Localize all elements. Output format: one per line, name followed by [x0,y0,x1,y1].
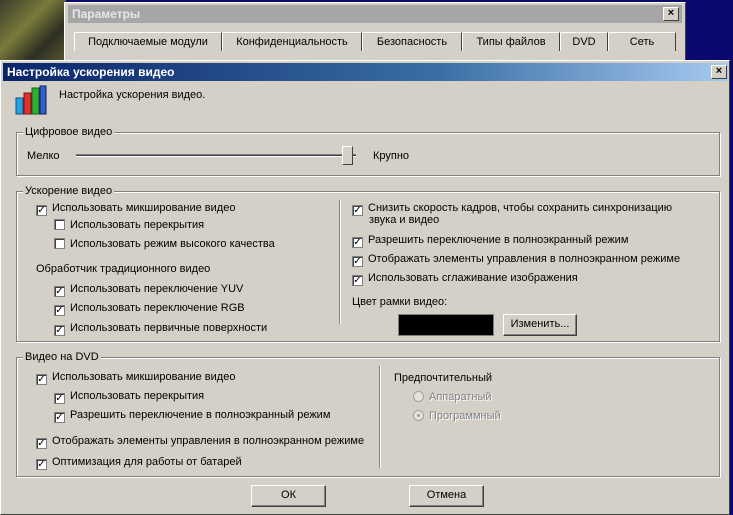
tab-network[interactable]: Сеть [608,32,676,51]
dvd-overlays-checkbox[interactable]: ✓ Использовать перекрытия [54,389,204,404]
checkbox-box [54,238,65,249]
video-settings-icon [15,85,47,115]
options-close-button[interactable]: × [663,7,679,21]
legacy-renderer-label: Обработчик традиционного видео [36,263,211,275]
ok-button[interactable]: ОК [251,485,326,507]
close-icon: × [667,7,675,19]
checkbox-box: ✓ [352,256,363,267]
dvd-mixing-checkbox[interactable]: ✓ Использовать микширование видео [36,370,235,385]
tab-dvd[interactable]: DVD [560,32,608,51]
border-color-swatch [398,314,494,336]
acceleration-separator [339,200,341,324]
radio-circle [413,391,424,402]
checkbox-box: ✓ [54,325,65,336]
dialog-header-text: Настройка ускорения видео. [59,89,206,101]
dvd-show-controls-checkbox[interactable]: ✓ Отображать элементы управления в полноэ… [36,434,364,449]
accel-mixing-checkbox[interactable]: ✓ Использовать микширование видео [36,201,235,216]
dialog-close-button[interactable]: × [711,65,727,79]
close-icon: × [715,65,723,77]
accel-fullscreen-switch-checkbox[interactable]: ✓ Разрешить переключение в полноэкранный … [352,233,628,248]
border-color-label: Цвет рамки видео: [352,296,448,308]
accel-rgb-checkbox[interactable]: ✓ Использовать переключение RGB [54,301,245,316]
radio-circle [413,410,424,421]
accel-show-controls-checkbox[interactable]: ✓ Отображать элементы управления в полноэ… [352,252,680,267]
accel-primary-surfaces-checkbox[interactable]: ✓ Использовать первичные поверхности [54,321,267,336]
desktop-background [0,0,66,62]
accel-overlays-checkbox[interactable]: Использовать перекрытия [54,218,204,232]
digital-video-label: Цифровое видео [23,126,115,139]
slider-thumb[interactable] [342,146,354,165]
dvd-fullscreen-switch-checkbox[interactable]: ✓ Разрешить переключение в полноэкранный … [54,408,330,423]
checkbox-box: ✓ [36,205,47,216]
cancel-button[interactable]: Отмена [409,485,484,507]
accel-yuv-checkbox[interactable]: ✓ Использовать переключение YUV [54,282,243,297]
software-radio[interactable]: Программный [413,409,501,423]
dialog-title: Настройка ускорения видео [3,63,728,81]
hardware-radio[interactable]: Аппаратный [413,390,492,404]
checkbox-box: ✓ [54,305,65,316]
tab-security[interactable]: Безопасность [362,32,462,51]
checkbox-box: ✓ [352,237,363,248]
accel-high-quality-checkbox[interactable]: Использовать режим высокого качества [54,237,275,251]
dvd-separator [379,366,381,468]
checkbox-box: ✓ [54,412,65,423]
slider-min-label: Мелко [27,150,60,162]
slider-track [76,154,356,157]
accel-smoothing-checkbox[interactable]: ✓ Использовать сглаживание изображения [352,271,578,286]
preferred-label: Предпочтительный [394,372,493,384]
checkbox-box: ✓ [54,286,65,297]
tab-privacy[interactable]: Конфиденциальность [222,32,362,51]
dvd-video-label: Видео на DVD [23,351,101,364]
reduce-framerate-label-2: звука и видео [369,214,440,226]
checkbox-box [54,219,65,230]
checkbox-box: ✓ [352,275,363,286]
checkbox-box: ✓ [36,459,47,470]
tab-plugins[interactable]: Подключаемые модули [74,32,222,51]
checkbox-box: ✓ [352,205,363,216]
video-acceleration-label: Ускорение видео [23,185,115,198]
tab-file-types[interactable]: Типы файлов [462,32,560,51]
checkbox-box: ✓ [54,393,65,404]
dvd-battery-checkbox[interactable]: ✓ Оптимизация для работы от батарей [36,455,242,470]
slider-max-label: Крупно [373,150,410,162]
change-color-button[interactable]: Изменить... [503,314,577,336]
checkbox-box: ✓ [36,438,47,449]
options-window-title: Параметры [68,5,682,23]
checkbox-box: ✓ [36,374,47,385]
